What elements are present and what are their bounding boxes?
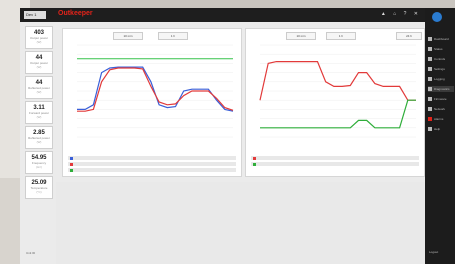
metric-value: 25.09: [31, 180, 47, 186]
sidebar-label: Alarms: [434, 117, 444, 121]
top-bar: Dev 1 Outkeeper ▲ ⌂ ? ✕: [20, 8, 425, 22]
series-line: [259, 61, 416, 101]
series-swatch: [70, 162, 73, 166]
brand-logo: Outkeeper: [58, 10, 93, 17]
line-chart-left: [77, 44, 234, 138]
series-row[interactable]: [67, 167, 237, 173]
metric-value: 403: [33, 30, 44, 36]
sidebar-item[interactable]: Logging: [428, 76, 454, 82]
metrics-column: 403 Output power (W) 44 Output power (W) 44 R…: [25, 26, 53, 201]
metric-value: 2.85: [33, 130, 45, 136]
series-swatch: [253, 162, 256, 166]
range-button[interactable]: 1 h: [326, 32, 356, 40]
sidebar-label: Controls: [434, 57, 446, 61]
sidebar-item[interactable]: Settings: [428, 66, 454, 72]
metric-card: 2.85 Reflected power (W): [25, 126, 53, 149]
menu-icon: [428, 57, 432, 62]
sidebar-label: Settings: [434, 67, 445, 71]
top-icons[interactable]: ▲ ⌂ ? ✕: [381, 11, 421, 17]
metric-value: 44: [35, 55, 43, 61]
metric-unit: (W): [36, 115, 42, 119]
sidebar-item[interactable]: Help: [428, 126, 454, 132]
menu-icon: [428, 107, 432, 112]
user-avatar[interactable]: [432, 12, 442, 22]
sidebar-item[interactable]: Controls: [428, 56, 454, 62]
chart-panel-left: 10 min 1 h: [62, 28, 242, 177]
metric-value: 44: [35, 80, 43, 86]
sidebar-label: Status: [434, 47, 443, 51]
menu-icon: [428, 47, 432, 52]
metric-value: 54.95: [31, 155, 47, 161]
device-select[interactable]: Dev 1: [24, 11, 46, 19]
metric-unit: (W): [36, 140, 42, 144]
line-chart-right: [259, 44, 416, 138]
sidebar-item[interactable]: Network: [428, 106, 454, 112]
metric-unit: (Hz): [36, 165, 42, 169]
chart-panel-right: 10 min 1 h 24 h: [245, 28, 425, 177]
metric-unit: (°C): [36, 190, 42, 194]
range-button[interactable]: 10 min: [113, 32, 143, 40]
series-line: [77, 66, 234, 112]
menu-icon: [428, 67, 432, 72]
menu-icon: [428, 37, 432, 42]
alarm-icon: [428, 117, 432, 122]
series-line: [77, 67, 234, 112]
metric-card: 44 Reflected power (W): [25, 76, 53, 99]
logout-link[interactable]: Logout: [429, 250, 438, 254]
unit-id-label: Unit ID: [26, 251, 36, 255]
range-button[interactable]: 10 min: [286, 32, 316, 40]
metric-card: 25.09 Temperature (°C): [25, 176, 53, 199]
sidebar-label: Network: [434, 107, 446, 111]
series-swatch: [253, 156, 256, 160]
sidebar-item[interactable]: Dashboard: [428, 36, 454, 42]
metric-card: 3.11 Forward power (W): [25, 101, 53, 124]
sidebar-label: Logging: [434, 77, 445, 81]
sidebar-item[interactable]: Firmware: [428, 96, 454, 102]
sidebar-label: Dashboard: [434, 37, 449, 41]
range-button[interactable]: 1 h: [158, 32, 188, 40]
sidebar-item[interactable]: Alarms: [428, 116, 454, 122]
menu-icon: [428, 77, 432, 82]
metric-value: 3.11: [33, 105, 45, 111]
content-empty-area: [56, 182, 425, 264]
sidebar-label: Help: [434, 127, 441, 131]
metric-unit: (W): [36, 40, 42, 44]
metric-unit: (W): [36, 65, 42, 69]
range-button[interactable]: 24 h: [396, 32, 422, 40]
metric-card: 54.95 Frequency (Hz): [25, 151, 53, 174]
metric-unit: (W): [36, 90, 42, 94]
sidebar-label: Firmware: [434, 97, 447, 101]
menu-icon: [428, 97, 432, 102]
series-line: [260, 99, 416, 129]
sidebar: Dashboard Status Controls Settings Loggi…: [425, 8, 455, 264]
metric-card: 403 Output power (W): [25, 26, 53, 49]
app-screen: Dev 1 Outkeeper ▲ ⌂ ? ✕ 403 Output power(…: [20, 8, 455, 264]
menu-icon: [428, 87, 432, 92]
series-row[interactable]: [250, 161, 420, 167]
series-swatch: [70, 156, 73, 160]
sidebar-item[interactable]: Status: [428, 46, 454, 52]
series-swatch: [70, 168, 73, 172]
sidebar-item-active[interactable]: Diagnostics: [428, 86, 454, 92]
metric-card: 44 Output power (W): [25, 51, 53, 74]
sidebar-label: Diagnostics: [434, 87, 450, 91]
help-icon: [428, 127, 432, 132]
